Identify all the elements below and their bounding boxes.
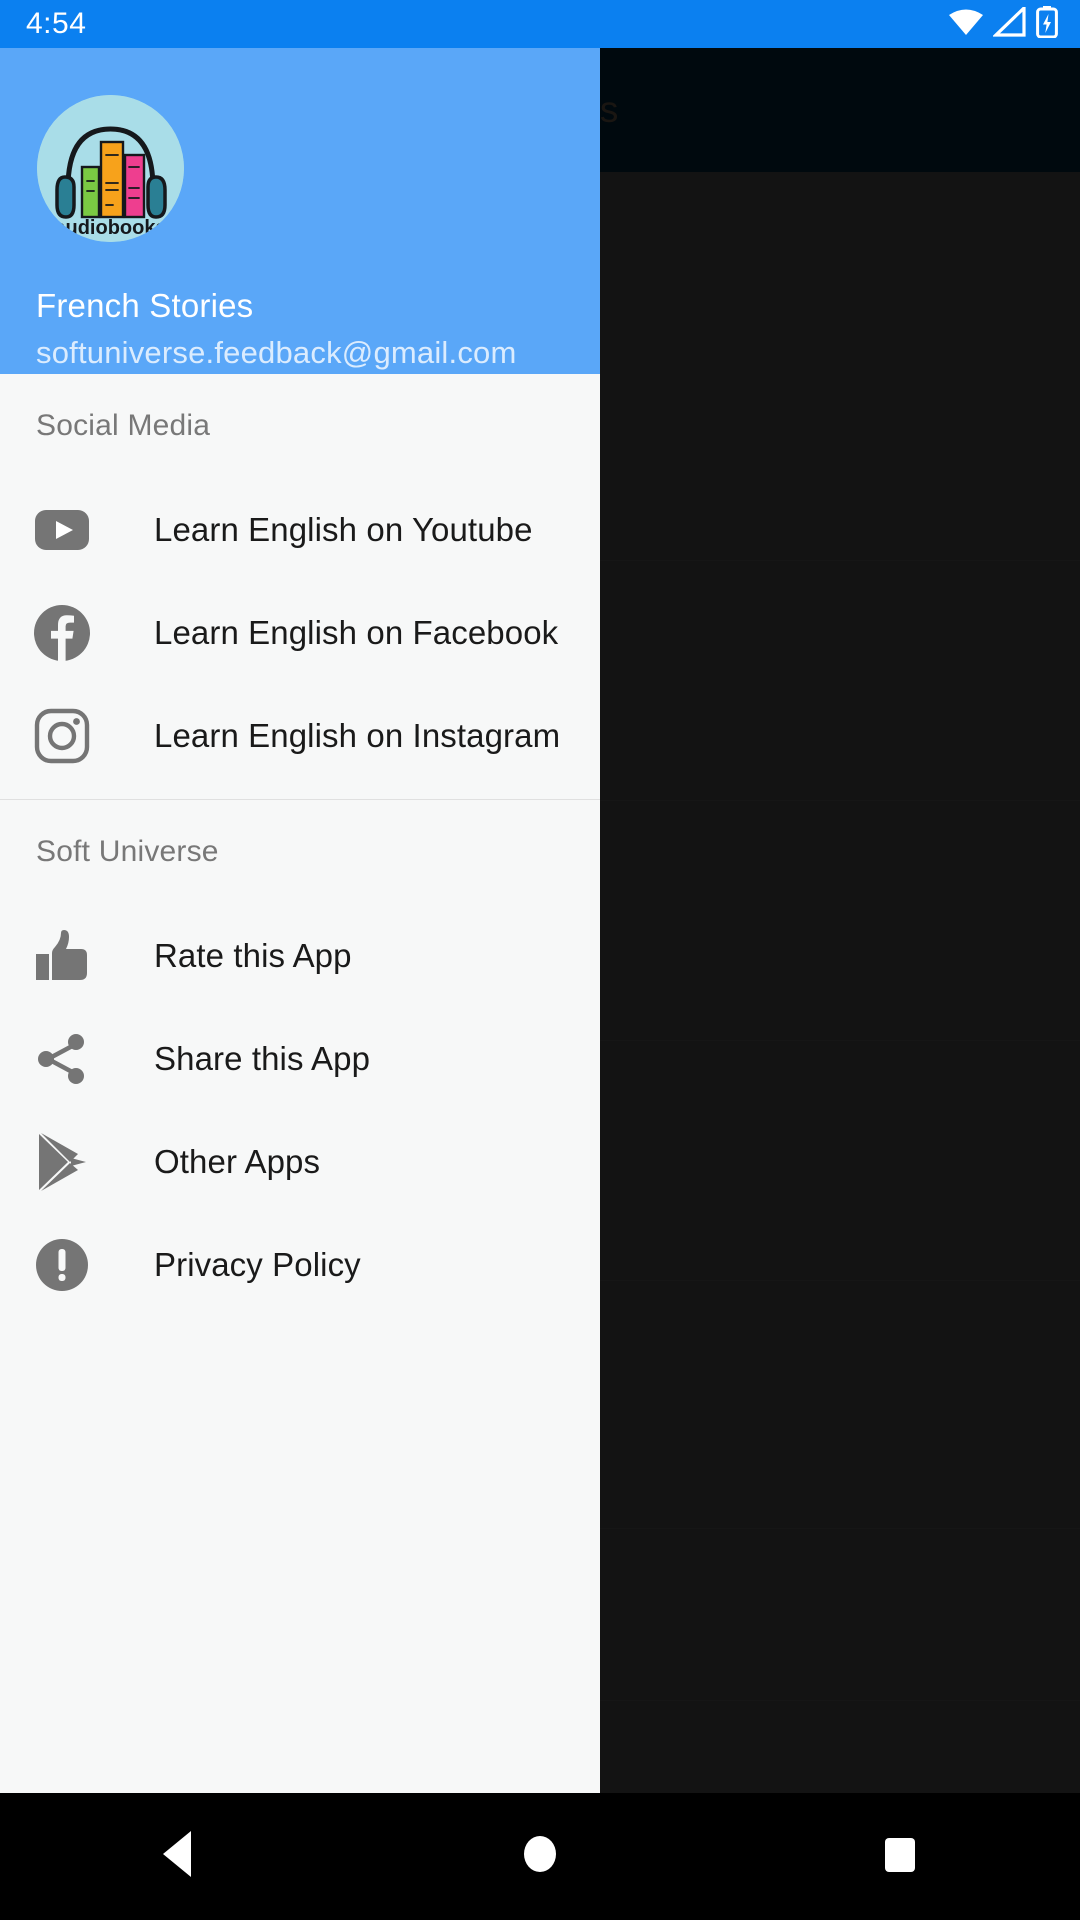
drawer-item-instagram[interactable]: Learn English on Instagram: [0, 684, 600, 787]
drawer-item-label: Learn English on Instagram: [154, 716, 561, 754]
status-bar: 4:54: [0, 0, 1080, 48]
google-play-icon: [34, 1132, 90, 1191]
drawer-item-youtube[interactable]: Learn English on Youtube: [0, 478, 600, 581]
section-title-social-media: Social Media: [36, 409, 211, 442]
battery-charging-icon: [1036, 5, 1058, 43]
drawer-item-label: Other Apps: [154, 1142, 321, 1180]
drawer-item-rate-this-app[interactable]: Rate this App: [0, 904, 600, 1007]
drawer-item-label: Privacy Policy: [154, 1245, 361, 1283]
wifi-icon: [948, 7, 984, 42]
drawer-item-label: Learn English on Facebook: [154, 613, 559, 651]
status-bar-clock: 4:54: [26, 7, 87, 40]
drawer-item-privacy-policy[interactable]: Privacy Policy: [0, 1213, 600, 1316]
section-title-soft-universe: Soft Universe: [36, 835, 219, 868]
home-icon: [517, 1829, 563, 1884]
status-bar-icons: [948, 3, 1058, 43]
android-navigation-bar: [0, 1793, 1080, 1920]
youtube-icon: [34, 502, 90, 558]
drawer-item-label: Rate this App: [154, 936, 352, 974]
back-button[interactable]: [120, 1793, 240, 1920]
recents-icon: [877, 1829, 923, 1884]
avatar: audiobooks: [37, 95, 184, 242]
drawer-item-other-apps[interactable]: Other Apps: [0, 1110, 600, 1213]
phone-screen: nners 4:54: [0, 0, 1080, 1920]
audiobooks-logo-icon: audiobooks: [37, 95, 184, 242]
drawer-item-label: Learn English on Youtube: [154, 510, 533, 548]
drawer-section-social-media: Social Media Learn English on Youtube Le…: [0, 374, 600, 787]
drawer-header: audiobooks French Stories softuniverse.f…: [0, 48, 600, 374]
facebook-icon: [34, 604, 90, 661]
drawer-section-soft-universe: Soft Universe Rate this App Share this A…: [0, 800, 600, 1316]
svg-text:audiobooks: audiobooks: [54, 217, 166, 239]
home-button[interactable]: [480, 1793, 600, 1920]
thumbs-up-icon: [34, 928, 90, 984]
share-icon: [34, 1031, 90, 1087]
cellular-signal-icon: [992, 3, 1027, 42]
exclamation-icon: [34, 1237, 90, 1293]
instagram-icon: [34, 708, 90, 764]
account-name: French Stories: [36, 287, 254, 324]
drawer-item-share-this-app[interactable]: Share this App: [0, 1007, 600, 1110]
account-email: softuniverse.feedback@gmail.com: [36, 335, 517, 370]
drawer-item-label: Share this App: [154, 1039, 371, 1077]
navigation-drawer: audiobooks French Stories softuniverse.f…: [0, 48, 600, 1793]
recents-button[interactable]: [840, 1793, 960, 1920]
back-icon: [157, 1829, 203, 1884]
drawer-item-facebook[interactable]: Learn English on Facebook: [0, 581, 600, 684]
